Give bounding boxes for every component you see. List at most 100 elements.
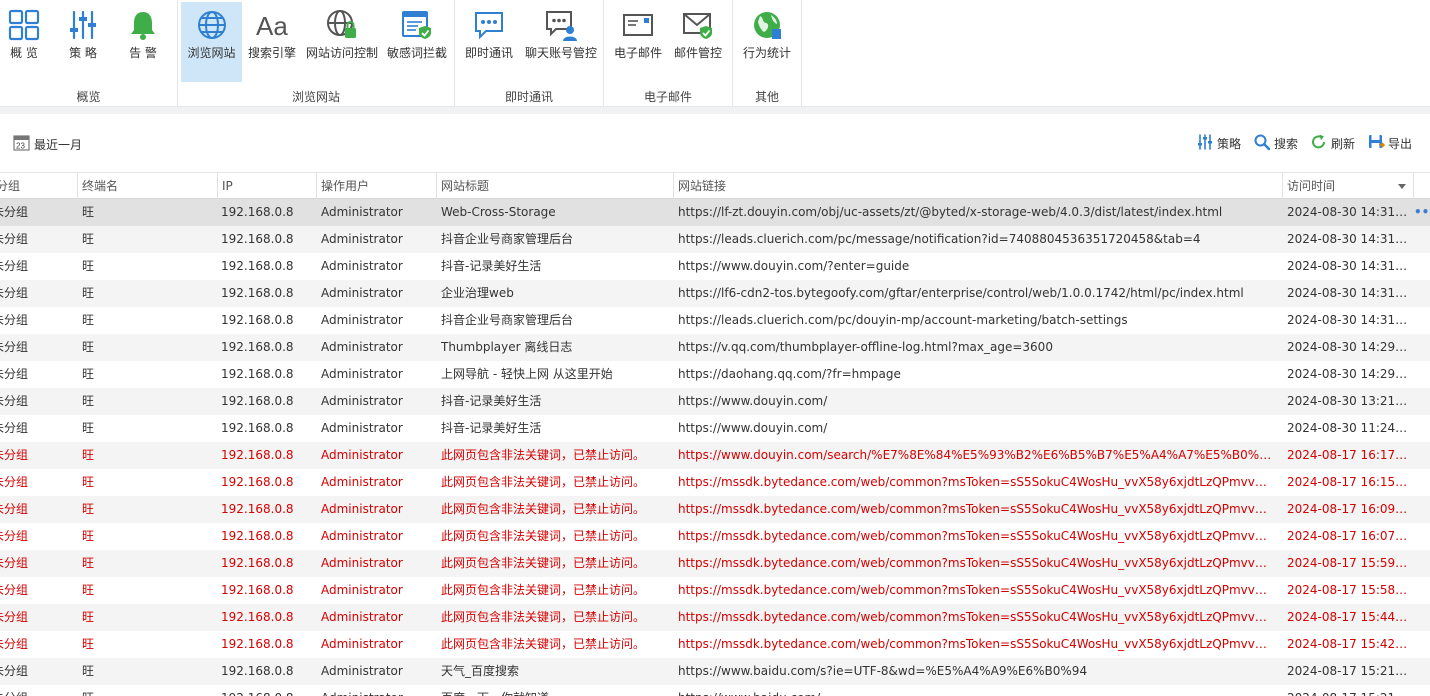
cell-url: https://www.douyin.com/ — [678, 394, 828, 408]
table-row[interactable]: 未分组 旺 192.168.0.8 Administrator 抖音-记录美好生活 htt… — [0, 253, 1430, 280]
policy-sliders-icon — [66, 8, 100, 42]
column-header-group[interactable]: 分组 — [0, 173, 76, 199]
cell-url: https://www.douyin.com/ — [678, 421, 828, 435]
alarm-button[interactable]: 告 警 — [118, 2, 168, 82]
table-row[interactable]: 未分组 旺 192.168.0.8 Administrator 上网导航 - 轻快上网 … — [0, 361, 1430, 388]
cell-url: https://lf6-cdn2-tos.bytegoofy.com/gftar… — [678, 286, 1244, 300]
cell-time: 2024-08-17 15:21:03 — [1287, 685, 1411, 696]
toolbar-actions: 策略 搜索 刷新 导出 — [1184, 133, 1412, 154]
table-row[interactable]: 未分组旺 192.168.0.8 Administrator 百度一下，你就知道 htt… — [0, 685, 1430, 696]
chat-bubble-icon — [472, 8, 506, 42]
website-access-control-button[interactable]: 网站访问控制 — [302, 2, 382, 82]
cell-time: 2024-08-30 14:31:14 — [1287, 286, 1411, 300]
cell-title: 抖音企业号商家管理后台 — [441, 313, 574, 327]
instant-messaging-button[interactable]: 即时通讯 — [461, 2, 517, 82]
behavior-stats-button[interactable]: 行为统计 — [739, 2, 795, 82]
email-button[interactable]: 电子邮件 — [610, 2, 666, 82]
overview-button[interactable]: 概 览 — [0, 2, 48, 82]
column-header-user[interactable]: 操作用户 — [316, 173, 436, 199]
export-action-button[interactable]: 导出 — [1367, 133, 1412, 154]
alarm-button-label: 告 警 — [129, 46, 157, 60]
row-more-options[interactable]: ••• — [1414, 199, 1430, 226]
table-row[interactable]: 未分组 旺 192.168.0.8 Administrator 此网页包含非法关键词，已… — [0, 604, 1430, 631]
search-engine-button[interactable]: Aa 搜索引擎 — [244, 2, 300, 82]
table-row[interactable]: 未分组 旺 192.168.0.8 Administrator 企业治理web https… — [0, 280, 1430, 307]
cell-url: https://mssdk.bytedance.com/web/common?m… — [678, 637, 1275, 651]
ribbon-group-other-label: 其他 — [754, 90, 779, 104]
sensitive-word-block-button[interactable]: 敏感词拦截 — [384, 2, 450, 82]
cell-url: https://daohang.qq.com/?fr=hmpage — [678, 367, 901, 381]
cell-ip: 192.168.0.8 — [221, 610, 294, 624]
table-row[interactable]: 未分组 旺 192.168.0.8 Administrator 此网页包含非法关键词，已… — [0, 442, 1430, 469]
cell-terminal: 旺 — [82, 556, 95, 570]
cell-terminal: 旺 — [82, 685, 212, 696]
search-engine-aa-icon: Aa — [255, 8, 289, 42]
cell-title: 此网页包含非法关键词，已禁止访问。 — [441, 502, 646, 516]
export-save-icon — [1367, 133, 1388, 154]
browse-websites-button[interactable]: 浏览网站 — [181, 2, 242, 82]
table-row[interactable]: 未分组 旺 192.168.0.8 Administrator 此网页包含非法关键词，已… — [0, 523, 1430, 550]
cell-user: Administrator — [321, 475, 403, 489]
cell-user: Administrator — [321, 556, 403, 570]
table-row[interactable]: 未分组 旺 192.168.0.8 Administrator 此网页包含非法关键词，已… — [0, 469, 1430, 496]
table-row[interactable]: 未分组 旺 192.168.0.8 Administrator 此网页包含非法关键词，已… — [0, 550, 1430, 577]
cell-group: 未分组 — [0, 313, 29, 327]
cell-group: 未分组 — [0, 475, 29, 489]
table-row[interactable]: 未分组 旺 192.168.0.8 Administrator Thumbplayer … — [0, 334, 1430, 361]
cell-terminal: 旺 — [82, 367, 95, 381]
column-header-ip[interactable]: IP — [217, 173, 316, 199]
policy-button-label: 策 略 — [69, 46, 97, 60]
svg-text:Aa: Aa — [256, 11, 288, 41]
policy-action-label: 策略 — [1216, 136, 1241, 151]
cell-group: 未分组 — [0, 340, 29, 354]
cell-group: 未分组 — [0, 394, 29, 408]
cell-time: 2024-08-30 14:31:30 — [1287, 232, 1411, 246]
chat-account-control-button[interactable]: 聊天账号管控 — [521, 2, 601, 82]
cell-group: 未分组 — [0, 286, 29, 300]
cell-terminal: 旺 — [82, 475, 95, 489]
table-row[interactable]: 未分组 旺 192.168.0.8 Administrator 抖音企业号商家管理后台 h… — [0, 307, 1430, 334]
policy-button[interactable]: 策 略 — [58, 2, 108, 82]
search-action-label: 搜索 — [1273, 136, 1298, 151]
table-row[interactable]: 未分组 旺 192.168.0.8 Administrator 此网页包含非法关键词，已… — [0, 577, 1430, 604]
cell-ip: 192.168.0.8 — [221, 664, 294, 678]
date-range-selector[interactable]: 23 最近一月 — [13, 135, 82, 153]
cell-title: 抖音-记录美好生活 — [441, 421, 542, 435]
column-header-url[interactable]: 网站链接 — [673, 173, 1283, 199]
cell-user: Administrator — [321, 664, 403, 678]
email-control-button[interactable]: 邮件管控 — [668, 2, 728, 82]
table-row[interactable]: 未分组 旺 192.168.0.8 Administrator 此网页包含非法关键词，已… — [0, 496, 1430, 523]
column-header-terminal[interactable]: 终端名 — [77, 173, 217, 199]
cell-title: 此网页包含非法关键词，已禁止访问。 — [441, 637, 646, 651]
email-label: 电子邮件 — [613, 46, 662, 60]
table-row[interactable]: 未分组 旺 192.168.0.8 Administrator Web-Cross-St… — [0, 199, 1430, 226]
cell-time: 2024-08-17 16:15:21 — [1287, 475, 1411, 489]
cell-url: https://leads.cluerich.com/pc/message/no… — [678, 232, 1201, 246]
cell-time: 2024-08-17 16:09:40 — [1287, 502, 1411, 516]
column-header-time[interactable]: 访问时间 — [1282, 173, 1413, 199]
cell-ip: 192.168.0.8 — [221, 340, 294, 354]
refresh-icon — [1310, 133, 1331, 154]
column-header-title[interactable]: 网站标题 — [436, 173, 674, 199]
refresh-action-button[interactable]: 刷新 — [1310, 133, 1355, 154]
cell-ip: 192.168.0.8 — [221, 685, 313, 696]
browse-websites-label: 浏览网站 — [187, 46, 236, 60]
cell-user: Administrator — [321, 610, 403, 624]
cell-terminal: 旺 — [82, 205, 95, 219]
table-header: 分组 终端名 IP 操作用户 网站标题 网站链接 访问时间 — [0, 172, 1430, 199]
table-row[interactable]: 未分组 旺 192.168.0.8 Administrator 天气_百度搜索 https… — [0, 658, 1430, 685]
search-action-button[interactable]: 搜索 — [1253, 133, 1298, 154]
cell-time: 2024-08-30 14:31:34 — [1287, 205, 1411, 219]
cell-url: https://v.qq.com/thumbplayer-offline-log… — [678, 340, 1053, 354]
calendar-icon: 23 — [13, 134, 30, 154]
cell-url: https://lf-zt.douyin.com/obj/uc-assets/z… — [678, 205, 1223, 219]
policy-action-button[interactable]: 策略 — [1196, 133, 1241, 154]
cell-title: 抖音-记录美好生活 — [441, 259, 542, 273]
cell-ip: 192.168.0.8 — [221, 583, 294, 597]
cell-terminal: 旺 — [82, 421, 95, 435]
table-row[interactable]: 未分组 旺 192.168.0.8 Administrator 此网页包含非法关键词，已… — [0, 631, 1430, 658]
table-row[interactable]: 未分组 旺 192.168.0.8 Administrator 抖音企业号商家管理后台 h… — [0, 226, 1430, 253]
cell-title: Thumbplayer 离线日志 — [441, 340, 573, 354]
table-row[interactable]: 未分组 旺 192.168.0.8 Administrator 抖音-记录美好生活 htt… — [0, 415, 1430, 442]
table-row[interactable]: 未分组 旺 192.168.0.8 Administrator 抖音-记录美好生活 htt… — [0, 388, 1430, 415]
